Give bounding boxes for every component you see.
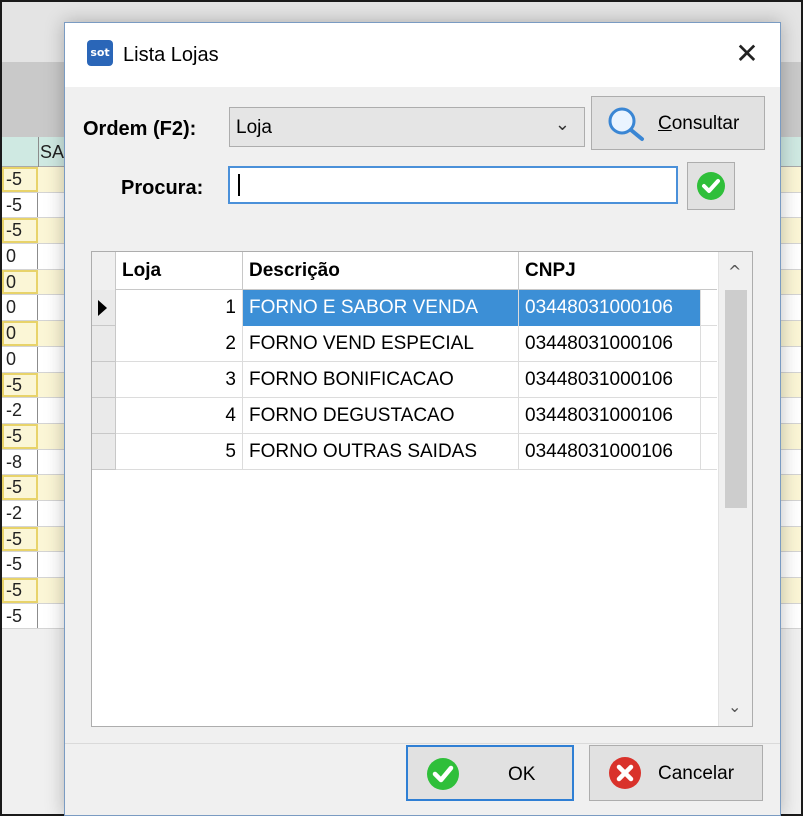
search-confirm-button[interactable] (687, 162, 735, 210)
background-cell: 0 (2, 244, 38, 269)
background-cell: 0 (2, 321, 38, 346)
row-indicator[interactable] (92, 362, 116, 398)
background-cell: -5 (2, 578, 38, 603)
background-cell: -5 (2, 526, 38, 552)
lista-lojas-dialog: sot Lista Lojas ✕ Ordem (F2): Loja ⌄ Con… (64, 22, 781, 816)
background-cell: -8 (2, 449, 38, 475)
close-icon[interactable]: ✕ (730, 37, 764, 71)
cancel-label: Cancelar (658, 763, 735, 784)
background-cell: 0 (2, 295, 38, 321)
ok-button[interactable]: OK (406, 745, 574, 801)
background-cell: -5 (2, 603, 38, 629)
cell-descricao[interactable]: FORNO E SABOR VENDA (243, 290, 519, 326)
consultar-button[interactable]: Consultar (591, 96, 765, 150)
column-header-loja[interactable]: Loja (116, 252, 243, 290)
consultar-label-accel: C (658, 113, 672, 134)
row-indicator[interactable] (92, 290, 116, 326)
search-input[interactable] (228, 166, 678, 204)
background-cell: -2 (2, 500, 38, 526)
cell-cnpj[interactable]: 03448031000106 (519, 326, 701, 362)
background-cell: -5 (2, 423, 38, 449)
scroll-thumb[interactable] (725, 290, 747, 508)
current-row-arrow-icon (98, 300, 107, 316)
chevron-up-icon[interactable]: ^ (728, 262, 741, 281)
chevron-down-icon[interactable]: ⌄ (728, 697, 741, 716)
search-icon (606, 106, 646, 148)
dialog-titlebar: sot Lista Lojas ✕ (65, 23, 780, 87)
row-indicator-header (92, 252, 116, 290)
cell-cnpj[interactable]: 03448031000106 (519, 398, 701, 434)
table-row[interactable]: 5 FORNO OUTRAS SAIDAS 03448031000106 (92, 434, 717, 470)
footer-divider (65, 743, 780, 744)
background-cell: -5 (2, 552, 38, 577)
table-row[interactable]: 3 FORNO BONIFICACAO 03448031000106 (92, 362, 717, 398)
cell-loja[interactable]: 5 (116, 434, 243, 470)
background-cell: -5 (2, 192, 38, 218)
row-indicator[interactable] (92, 434, 116, 470)
search-label: Procura: (121, 177, 204, 199)
stores-grid[interactable]: Loja Descrição CNPJ 1 FORNO E SABOR VENDA… (91, 251, 753, 727)
background-cell: -5 (2, 372, 38, 398)
cell-descricao[interactable]: FORNO BONIFICACAO (243, 362, 519, 398)
grid-header: Loja Descrição CNPJ (92, 252, 717, 290)
app-icon: sot (87, 40, 113, 66)
cancel-button[interactable]: Cancelar (589, 745, 763, 801)
check-circle-icon (426, 757, 460, 797)
background-cell: -5 (2, 475, 38, 500)
column-header-cnpj[interactable]: CNPJ (519, 252, 701, 290)
cell-descricao[interactable]: FORNO DEGUSTACAO (243, 398, 519, 434)
consultar-label: onsultar (671, 113, 740, 134)
order-label: Ordem (F2): (83, 118, 197, 140)
cell-loja[interactable]: 2 (116, 326, 243, 362)
background-column-label: SA (40, 142, 65, 162)
row-indicator[interactable] (92, 398, 116, 434)
row-indicator[interactable] (92, 326, 116, 362)
background-cell: -5 (2, 167, 38, 192)
ok-label: OK (508, 764, 536, 785)
background-cell: -2 (2, 398, 38, 423)
cell-loja[interactable]: 3 (116, 362, 243, 398)
cell-cnpj[interactable]: 03448031000106 (519, 434, 701, 470)
cell-cnpj[interactable]: 03448031000106 (519, 362, 701, 398)
table-row[interactable]: 4 FORNO DEGUSTACAO 03448031000106 (92, 398, 717, 434)
cell-descricao[interactable]: FORNO OUTRAS SAIDAS (243, 434, 519, 470)
dialog-title: Lista Lojas (123, 44, 219, 66)
table-row[interactable]: 2 FORNO VEND ESPECIAL 03448031000106 (92, 326, 717, 362)
column-header-descricao[interactable]: Descrição (243, 252, 519, 290)
order-select[interactable]: Loja ⌄ (229, 107, 585, 147)
vertical-scrollbar[interactable]: ^ ⌄ (718, 252, 752, 726)
background-cell: -5 (2, 218, 38, 244)
cell-loja[interactable]: 1 (116, 290, 243, 326)
cell-cnpj[interactable]: 03448031000106 (519, 290, 701, 326)
text-caret (238, 174, 240, 196)
order-selected-value: Loja (236, 117, 272, 138)
background-cell: 0 (2, 346, 38, 372)
table-row[interactable]: 1 FORNO E SABOR VENDA 03448031000106 (92, 290, 717, 326)
cell-descricao[interactable]: FORNO VEND ESPECIAL (243, 326, 519, 362)
check-circle-icon (697, 172, 725, 200)
background-cell: 0 (2, 269, 38, 295)
cell-loja[interactable]: 4 (116, 398, 243, 434)
x-circle-icon (608, 756, 642, 796)
chevron-down-icon: ⌄ (554, 114, 570, 135)
